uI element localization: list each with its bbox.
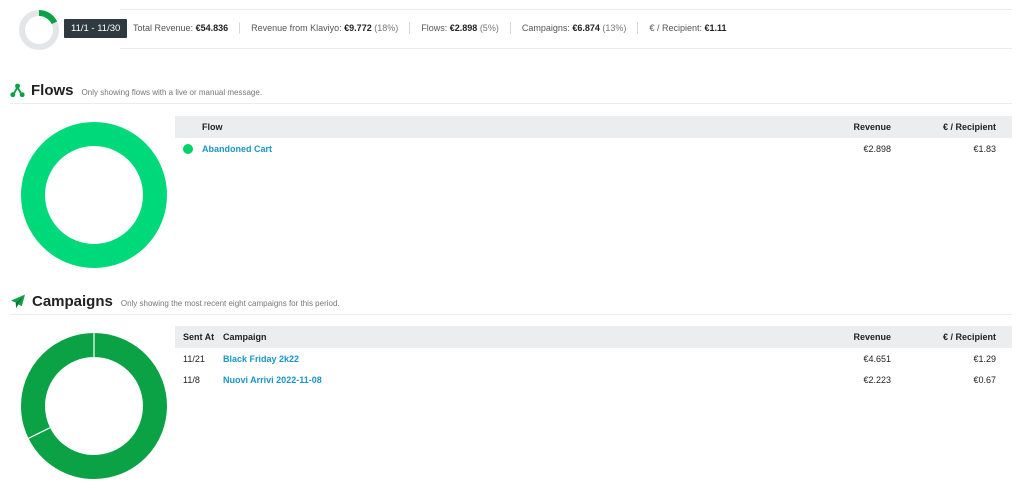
flows-donut-chart <box>21 122 167 268</box>
campaign-sent-at: 11/21 <box>183 353 205 364</box>
flows-title: Flows <box>31 82 74 99</box>
table-row: Abandoned Cart €2.898 €1.83 <box>175 138 1012 159</box>
summary-divider-bottom <box>120 48 1012 49</box>
stat-separator <box>239 22 241 34</box>
sent-at-column-header[interactable]: Sent At <box>175 332 223 342</box>
revenue-column-header[interactable]: Revenue <box>735 332 891 342</box>
total-revenue-stat: Total Revenue: €54.836 <box>133 23 228 33</box>
campaign-sent-at: 11/8 <box>183 374 200 385</box>
per-recipient-stat: € / Recipient: €1.11 <box>649 23 726 33</box>
flows-revenue-pct: (5%) <box>479 23 499 33</box>
klaviyo-share-donut <box>19 10 59 50</box>
campaigns-table: Sent At Campaign Revenue € / Recipient 1… <box>175 326 1012 390</box>
flows-header: Flows Only showing flows with a live or … <box>10 82 262 99</box>
flow-color-dot <box>183 143 193 154</box>
campaign-link-black-friday[interactable]: Black Friday 2k22 <box>223 354 299 364</box>
table-row: 11/21 Black Friday 2k22 €4.651 €1.29 <box>175 348 1012 369</box>
campaign-revenue: €2.223 <box>863 374 891 385</box>
flow-cell: Abandoned Cart <box>175 143 735 154</box>
campaign-cell: Nuovi Arrivi 2022-11-08 <box>223 375 735 385</box>
flows-revenue-value: €2.898 <box>449 23 478 33</box>
flows-revenue-label: Flows: <box>421 23 448 33</box>
total-revenue-label: Total Revenue: <box>133 23 194 33</box>
total-revenue-value: €54.836 <box>195 23 229 33</box>
flow-revenue: €2.898 <box>863 143 891 154</box>
campaigns-table-header: Sent At Campaign Revenue € / Recipient <box>175 326 1012 348</box>
flow-column-header[interactable]: Flow <box>175 122 735 132</box>
campaign-per-recipient: €0.67 <box>973 374 996 385</box>
summary-divider-top <box>120 9 1012 10</box>
per-recipient-label: € / Recipient: <box>649 23 702 33</box>
paper-plane-icon <box>10 294 26 309</box>
per-recipient-value: €1.11 <box>704 23 727 33</box>
campaign-link-nuovi-arrivi[interactable]: Nuovi Arrivi 2022-11-08 <box>223 375 322 385</box>
flow-link-abandoned-cart[interactable]: Abandoned Cart <box>202 144 272 154</box>
campaigns-divider <box>10 314 1012 315</box>
campaigns-revenue-pct: (13%) <box>602 23 627 33</box>
summary-bar: 11/1 - 11/30 Total Revenue: €54.836 Reve… <box>0 0 1024 60</box>
flows-donut-segment-0 <box>21 122 167 268</box>
campaigns-header: Campaigns Only showing the most recent e… <box>10 293 340 310</box>
campaign-column-header[interactable]: Campaign <box>223 332 735 342</box>
klaviyo-revenue-value: €9.772 <box>344 23 372 33</box>
campaigns-note: Only showing the most recent eight campa… <box>120 298 340 308</box>
date-range-button[interactable]: 11/1 - 11/30 <box>64 19 128 38</box>
campaigns-title: Campaigns <box>32 293 113 310</box>
campaigns-revenue-label: Campaigns: <box>521 23 570 33</box>
klaviyo-revenue-label: Revenue from Klaviyo: <box>251 23 342 33</box>
campaign-cell: Black Friday 2k22 <box>223 354 735 364</box>
flow-per-recipient: €1.83 <box>973 143 996 154</box>
klaviyo-revenue-pct: (18%) <box>374 23 399 33</box>
flows-table-header: Flow Revenue € / Recipient <box>175 116 1012 138</box>
per-recipient-column-header[interactable]: € / Recipient <box>891 122 1004 132</box>
flows-revenue-stat: Flows: €2.898 (5%) <box>421 23 499 33</box>
campaign-revenue: €4.651 <box>863 353 891 364</box>
campaigns-donut-chart <box>21 333 167 479</box>
campaign-per-recipient: €1.29 <box>973 353 996 364</box>
revenue-column-header[interactable]: Revenue <box>735 122 891 132</box>
klaviyo-revenue-stat: Revenue from Klaviyo: €9.772 (18%) <box>251 23 398 33</box>
summary-stats: Total Revenue: €54.836 Revenue from Klav… <box>133 22 727 34</box>
flows-icon <box>10 83 25 98</box>
stat-separator <box>509 22 511 34</box>
campaigns-revenue-stat: Campaigns: €6.874 (13%) <box>522 23 627 33</box>
flows-divider <box>10 103 1012 104</box>
table-row: 11/8 Nuovi Arrivi 2022-11-08 €2.223 €0.6… <box>175 369 1012 390</box>
stat-separator <box>409 22 411 34</box>
stat-separator <box>637 22 639 34</box>
per-recipient-column-header[interactable]: € / Recipient <box>891 332 1004 342</box>
flows-table: Flow Revenue € / Recipient Abandoned Car… <box>175 116 1012 159</box>
campaigns-revenue-value: €6.874 <box>572 23 600 33</box>
flows-note: Only showing flows with a live or manual… <box>81 87 263 97</box>
